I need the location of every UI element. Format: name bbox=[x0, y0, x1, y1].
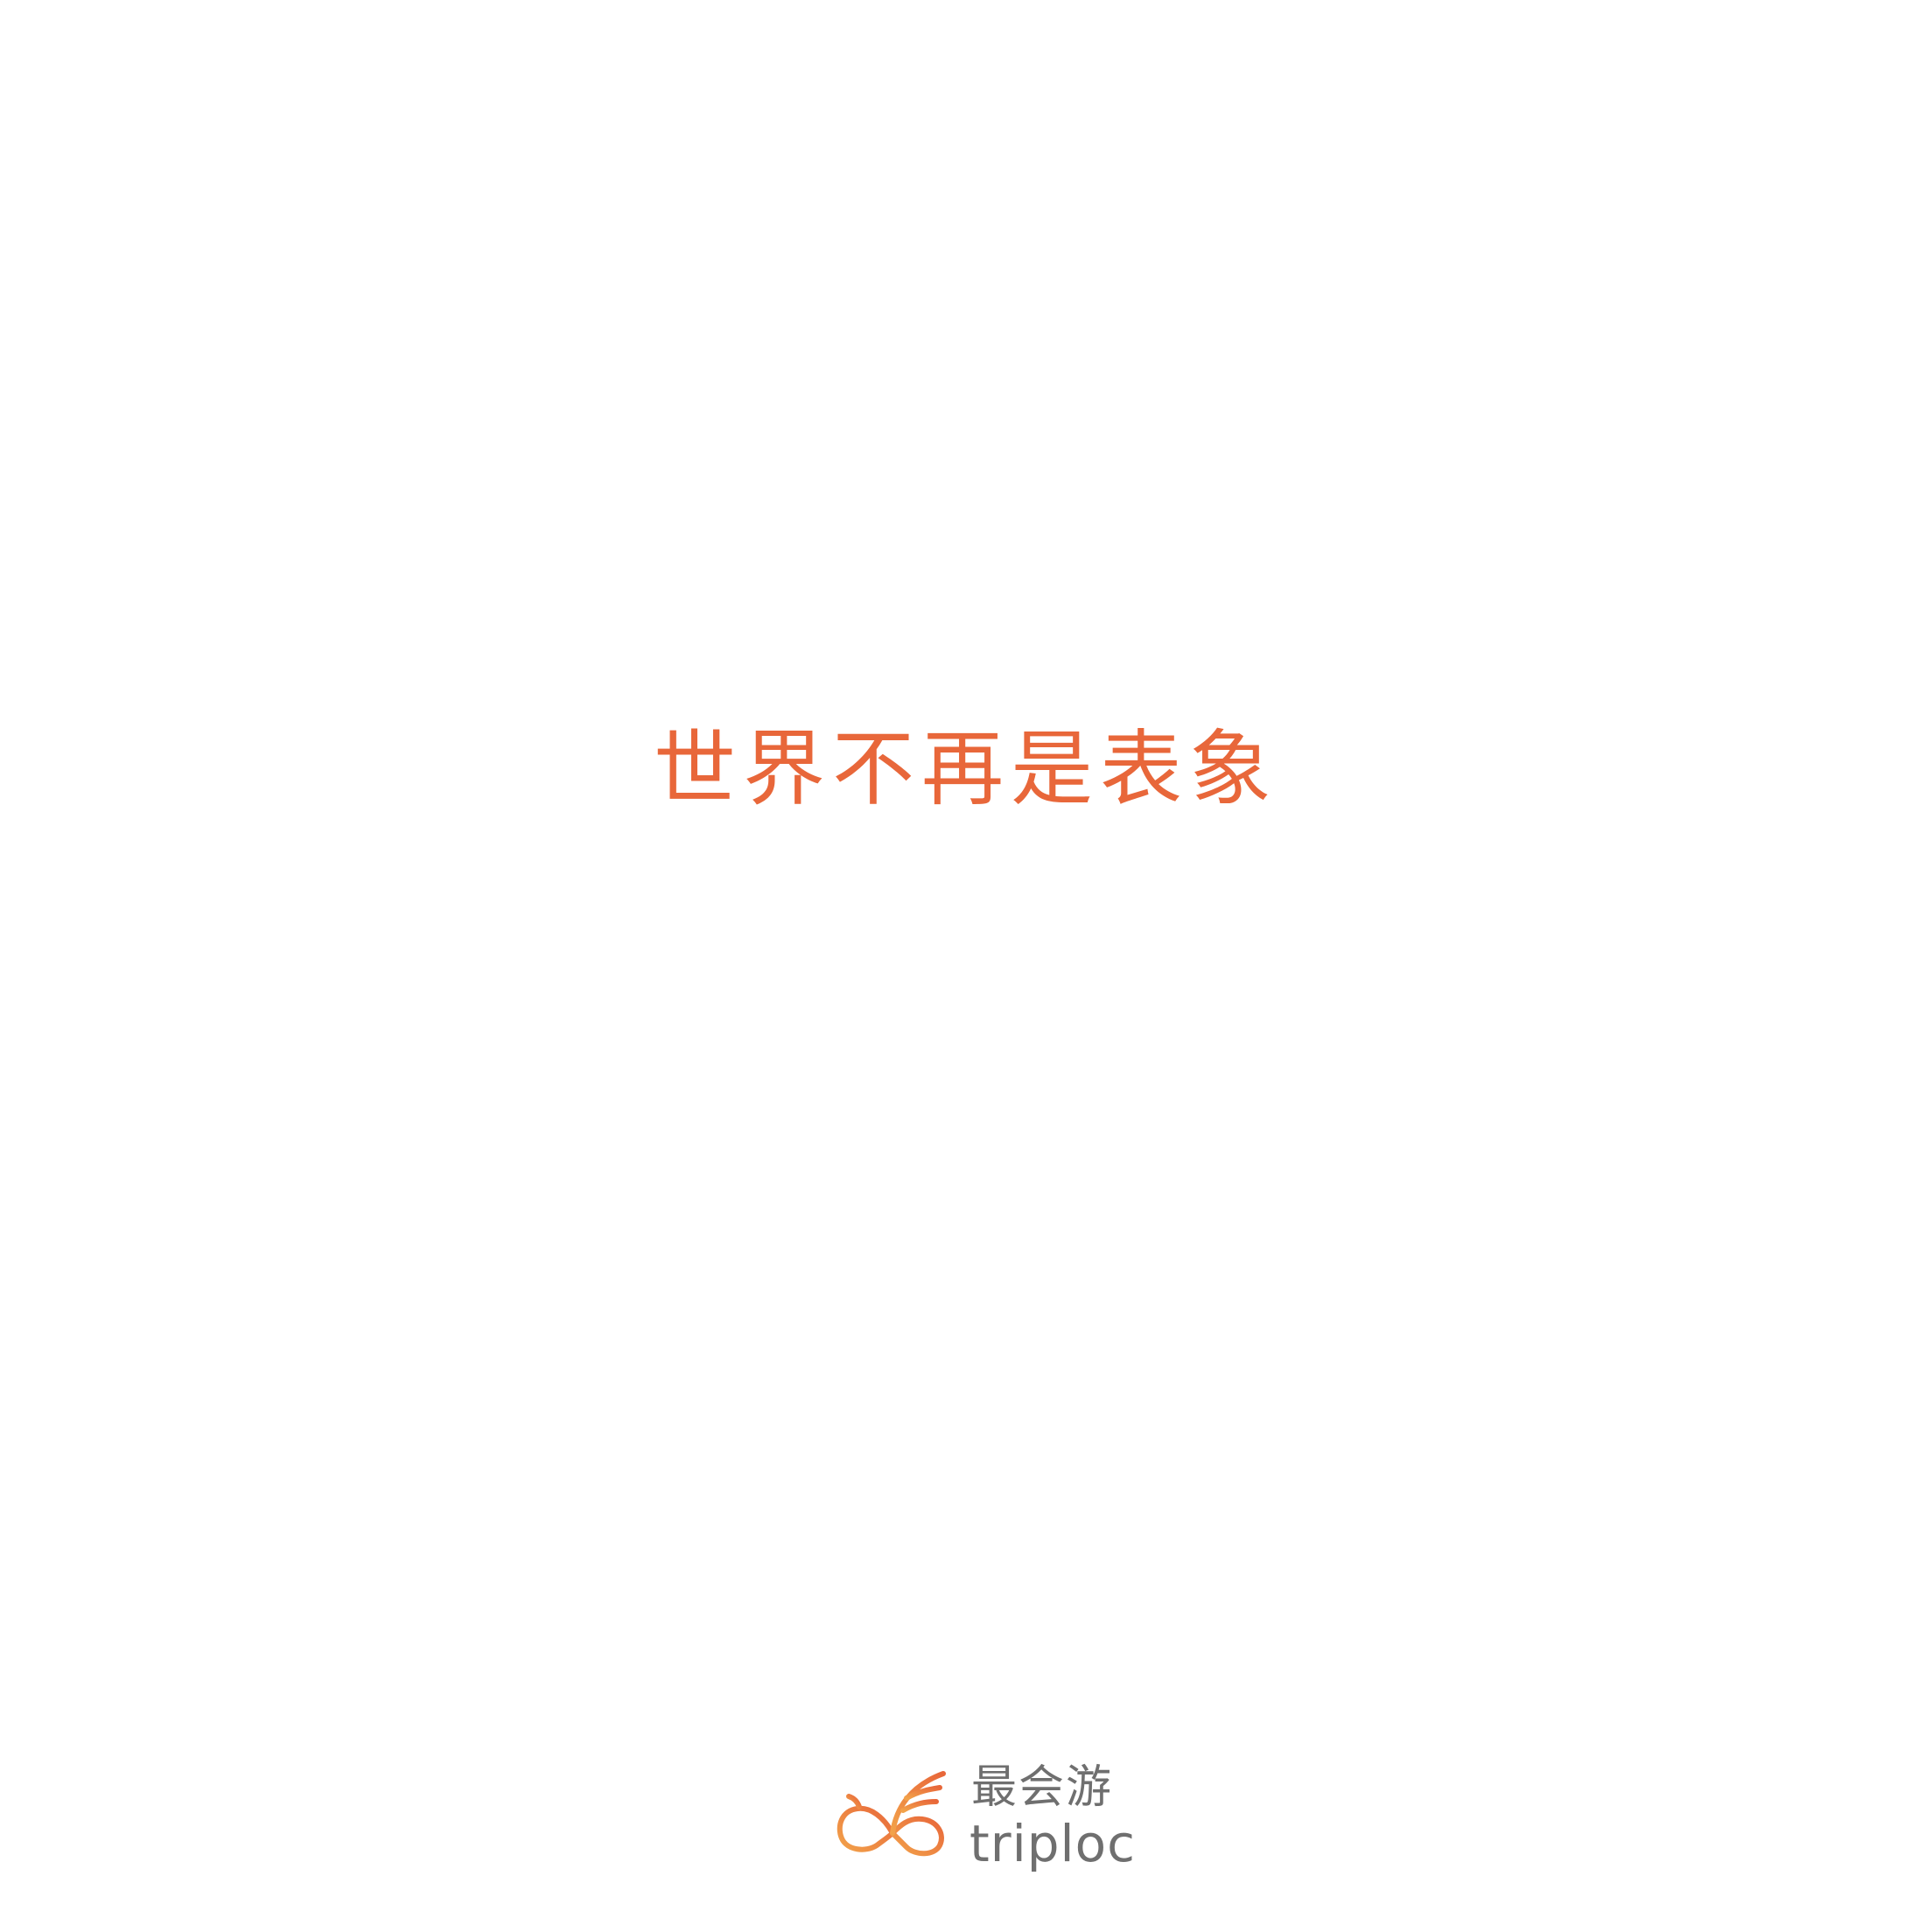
winged-infinity-icon bbox=[836, 1771, 946, 1857]
brand-name-en: triploc bbox=[970, 1814, 1137, 1873]
brand-name-cn: 最会游 bbox=[971, 1761, 1114, 1814]
tagline: 世界不再是表象 bbox=[653, 722, 1278, 817]
brand-logo: 最会游 triploc bbox=[831, 1754, 1135, 1877]
splash-screen: 世界不再是表象 最会游 triploc bbox=[0, 0, 1932, 1932]
